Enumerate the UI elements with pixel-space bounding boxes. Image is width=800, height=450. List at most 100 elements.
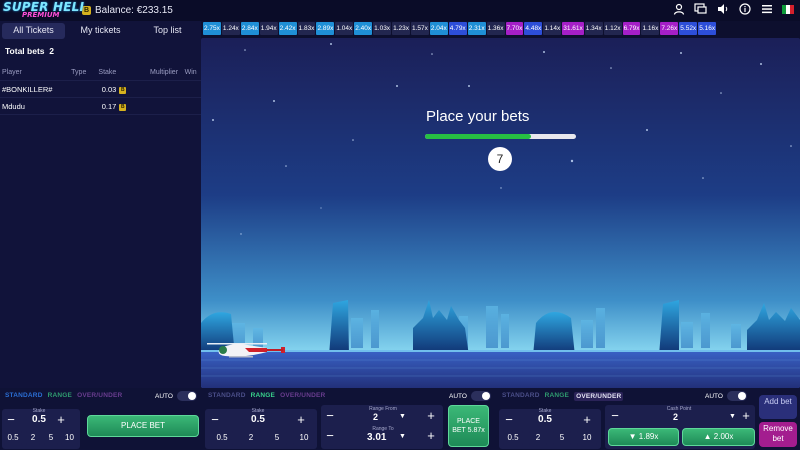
mode-over-under[interactable]: OVER/UNDER	[280, 392, 325, 399]
quick-stake-1[interactable]: 2	[529, 431, 547, 445]
stake-decrease-button[interactable]: −	[502, 413, 516, 427]
multiplier-chip: 1.03x	[373, 22, 392, 35]
stake-increase-button[interactable]: +	[294, 413, 308, 427]
stake-value[interactable]: 0.5	[243, 414, 273, 425]
arrow-down-icon: ▼	[628, 432, 637, 441]
cashout-increase-button[interactable]: +	[739, 409, 753, 423]
column-stake: Stake	[98, 69, 117, 76]
tab-top-list[interactable]: Top list	[136, 23, 199, 39]
bet-controls: STANDARD RANGE OVER/UNDER AUTO − Stake 0…	[0, 388, 800, 450]
quick-stake-0[interactable]: 0.5	[211, 431, 233, 445]
stake-value[interactable]: 0.5	[530, 414, 560, 425]
mode-over-under[interactable]: OVER/UNDER	[574, 392, 624, 401]
quick-stake-3[interactable]: 10	[293, 431, 315, 445]
top-bar: SUPER HELI PREMIUM B Balance: €233.15	[0, 0, 800, 21]
multiplier-chip: 2.89x	[316, 22, 335, 35]
info-icon[interactable]	[738, 3, 751, 16]
user-icon[interactable]	[672, 3, 685, 16]
multiplier-chip: 1.04x	[335, 22, 354, 35]
multiplier-chip: 2.84x	[240, 22, 259, 35]
quick-stake-3[interactable]: 10	[61, 431, 78, 445]
auto-toggle[interactable]	[176, 391, 197, 401]
mode-range[interactable]: RANGE	[251, 392, 275, 399]
currency-icon: B	[119, 87, 127, 94]
row-player: #BONKILLER#	[2, 84, 53, 94]
stake-value[interactable]: 0.5	[24, 414, 54, 425]
balance-display: Balance: €233.15	[95, 5, 173, 16]
place-bet-button[interactable]: PLACE BET	[87, 415, 199, 437]
bet-panel-standard: STANDARD RANGE OVER/UNDER AUTO − Stake 0…	[0, 388, 201, 450]
column-win: Win	[184, 69, 197, 76]
multiplier-chip: 1.57x	[410, 22, 429, 35]
bet-panel-range: STANDARD RANGE OVER/UNDER AUTO − Stake 0…	[203, 388, 494, 450]
total-bets-value: 2	[49, 46, 54, 56]
over-button[interactable]: ▲ 2.00x	[682, 428, 755, 446]
range-to-increase-button[interactable]: +	[424, 429, 438, 443]
column-multiplier: Multiplier	[150, 69, 179, 76]
tab-my-tickets[interactable]: My tickets	[69, 23, 132, 39]
range-from-label: Range From	[369, 406, 397, 412]
range-from-decrease-button[interactable]: −	[323, 409, 337, 423]
countdown-progress-bar	[425, 134, 576, 139]
multiplier-chip: 4.48x	[524, 22, 543, 35]
auto-toggle[interactable]	[726, 391, 747, 401]
place-bet-line1: PLACE	[457, 418, 480, 425]
chevron-down-icon[interactable]: ▼	[399, 413, 406, 420]
mode-range[interactable]: RANGE	[545, 392, 569, 401]
game-window: SUPER HELI PREMIUM B Balance: €233.15 Al…	[0, 0, 800, 450]
place-bet-range-button[interactable]: PLACE BET 5.87x	[448, 405, 489, 447]
flag-icon[interactable]	[782, 5, 794, 14]
under-button[interactable]: ▼ 1.89x	[608, 428, 679, 446]
tab-all-tickets[interactable]: All Tickets	[2, 23, 65, 39]
quick-stake-0[interactable]: 0.5	[4, 431, 22, 445]
place-bet-line2: BET 5.87x	[452, 427, 485, 434]
total-bets: Total bets 2	[0, 39, 201, 65]
mode-standard[interactable]: STANDARD	[502, 392, 540, 401]
add-bet-button[interactable]: Add bet	[759, 395, 797, 419]
auto-label: AUTO	[155, 392, 173, 400]
cashout-decrease-button[interactable]: −	[608, 409, 622, 423]
range-to-decrease-button[interactable]: −	[323, 429, 337, 443]
column-type: Type	[71, 69, 87, 76]
stake-decrease-button[interactable]: −	[4, 413, 18, 427]
quick-stake-2[interactable]: 5	[44, 431, 58, 445]
stake-increase-button[interactable]: +	[580, 413, 594, 427]
chevron-down-icon[interactable]: ▼	[399, 433, 406, 440]
cashout-value[interactable]: 2	[673, 412, 678, 422]
quick-stake-1[interactable]: 2	[241, 431, 261, 445]
row-stake: 0.17	[101, 101, 117, 111]
range-from-value[interactable]: 2	[373, 412, 378, 422]
mode-over-under[interactable]: OVER/UNDER	[77, 392, 122, 399]
mode-range[interactable]: RANGE	[48, 392, 72, 399]
stake-increase-button[interactable]: +	[54, 413, 68, 427]
auto-toggle[interactable]	[470, 391, 491, 401]
multiplier-chip: 1.34x	[584, 22, 603, 35]
multiplier-chip: 7.70x	[505, 22, 524, 35]
game-scene: Place your bets 7	[201, 38, 800, 388]
quick-stake-0[interactable]: 0.5	[503, 431, 523, 445]
range-to-value[interactable]: 3.01	[367, 432, 386, 443]
chevron-down-icon[interactable]: ▼	[729, 413, 736, 420]
row-stake: 0.03	[101, 84, 117, 94]
multiplier-chip: 2.42x	[278, 22, 297, 35]
quick-stake-3[interactable]: 10	[577, 431, 597, 445]
sound-icon[interactable]	[716, 3, 729, 16]
auto-label: AUTO	[449, 392, 467, 400]
quick-stake-2[interactable]: 5	[267, 431, 287, 445]
stake-decrease-button[interactable]: −	[208, 413, 222, 427]
cashout-label: Cash Point	[666, 406, 692, 412]
row-player: Mdudu	[2, 101, 25, 111]
multiplier-chip: 2.04x	[429, 22, 448, 35]
remove-bet-button[interactable]: Remove bet	[759, 422, 797, 447]
chat-icon[interactable]	[694, 3, 707, 16]
over-multiplier: 2.00x	[713, 432, 734, 441]
quick-stake-2[interactable]: 5	[553, 431, 571, 445]
mode-standard[interactable]: STANDARD	[208, 392, 246, 399]
menu-icon[interactable]	[760, 3, 773, 16]
multiplier-chip: 7.26x	[660, 22, 679, 35]
mode-standard[interactable]: STANDARD	[5, 392, 43, 399]
multiplier-history: 2.75x 1.24x 2.84x 1.94x 2.42x 1.83x 2.89x 1.04x…	[203, 22, 717, 35]
quick-stake-1[interactable]: 2	[26, 431, 40, 445]
range-from-increase-button[interactable]: +	[424, 409, 438, 423]
logo: SUPER HELI PREMIUM	[0, 0, 84, 21]
